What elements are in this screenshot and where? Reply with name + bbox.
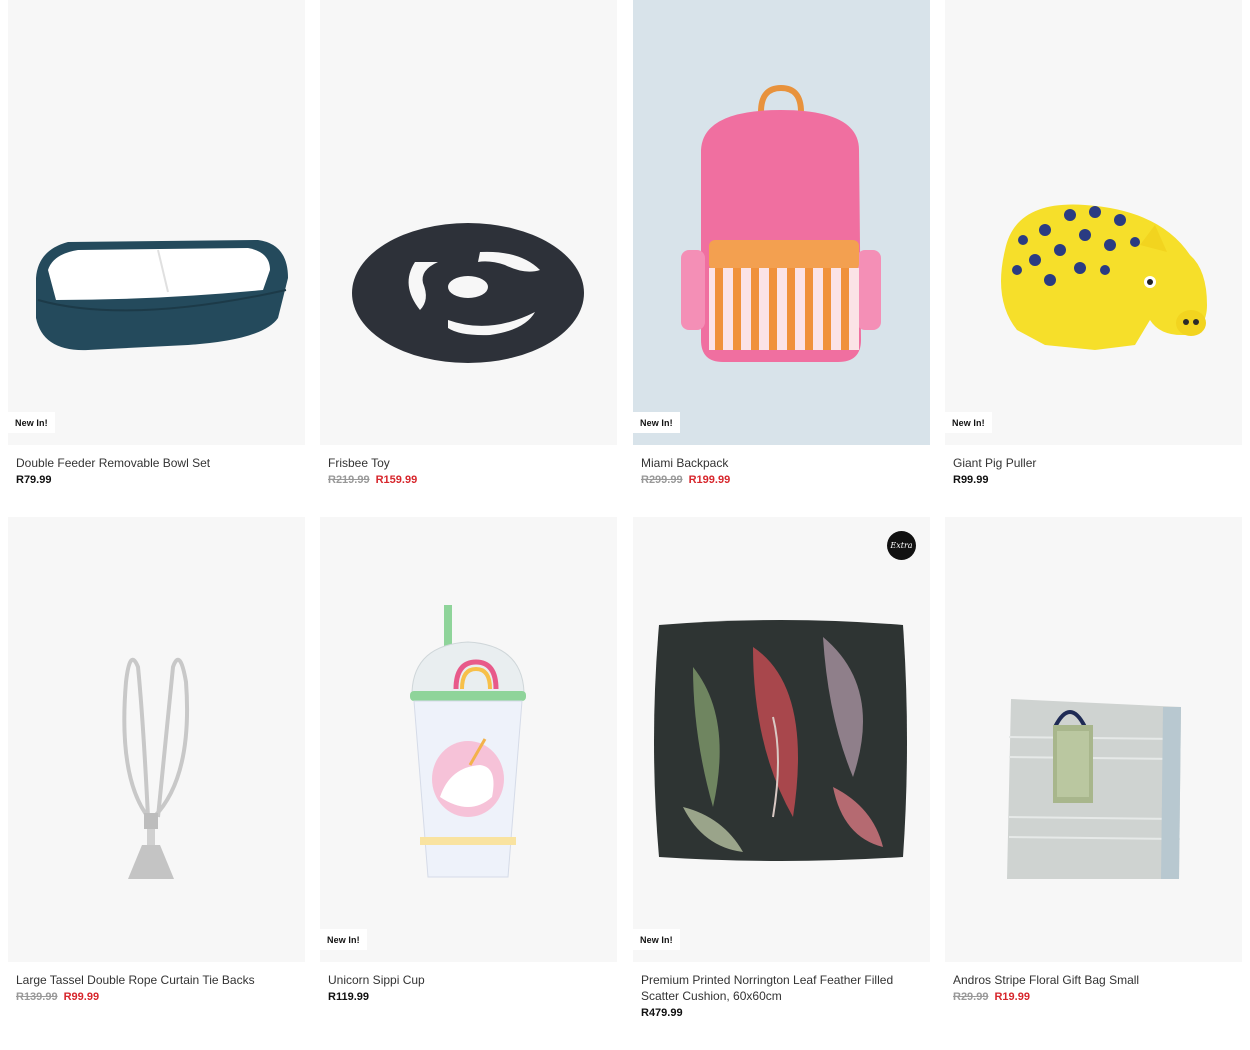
backpack-image (681, 84, 881, 362)
product-price: R139.99 R99.99 (16, 991, 297, 1003)
product-image[interactable]: New In! (945, 0, 1242, 445)
product-card[interactable]: Large Tassel Double Rope Curtain Tie Bac… (8, 517, 305, 1003)
price-sale: R159.99 (375, 474, 418, 486)
unicorn-cup-image (410, 605, 526, 878)
product-image[interactable] (8, 517, 305, 962)
product-price: R79.99 (16, 474, 297, 486)
product-price: R119.99 (328, 991, 609, 1003)
product-card[interactable]: Andros Stripe Floral Gift Bag Small R29.… (945, 517, 1242, 1003)
price-sale: R199.99 (688, 474, 731, 486)
product-title[interactable]: Double Feeder Removable Bowl Set (16, 455, 297, 471)
new-in-badge: New In! (320, 929, 367, 950)
new-in-badge: New In! (945, 412, 992, 433)
product-price: R29.99 R19.99 (953, 991, 1234, 1003)
price-regular: R79.99 (16, 474, 52, 486)
price-old: R299.99 (641, 474, 683, 486)
product-card[interactable]: New In! Giant Pig Puller R99.99 (945, 0, 1242, 486)
product-title[interactable]: Andros Stripe Floral Gift Bag Small (953, 972, 1234, 988)
price-old: R139.99 (16, 991, 58, 1003)
product-title[interactable]: Miami Backpack (641, 455, 922, 471)
price-regular: R479.99 (641, 1007, 683, 1019)
product-title[interactable]: Premium Printed Norrington Leaf Feather … (641, 972, 922, 1004)
pig-toy-image (1001, 204, 1207, 350)
new-in-badge: New In! (633, 412, 680, 433)
bowl-set-image (36, 240, 288, 351)
product-image[interactable]: New In! (633, 0, 930, 445)
product-price: R299.99 R199.99 (641, 474, 922, 486)
price-sale: R99.99 (63, 991, 100, 1003)
price-regular: R119.99 (328, 991, 369, 1003)
curtain-tassel-image (122, 657, 190, 879)
price-sale: R19.99 (994, 991, 1030, 1003)
price-old: R219.99 (328, 474, 370, 486)
product-price: R219.99 R159.99 (328, 474, 609, 486)
frisbee-image (352, 223, 584, 363)
leaf-cushion-image (654, 620, 907, 861)
product-card[interactable]: New In! Double Feeder Removable Bowl Set… (8, 0, 305, 486)
product-image[interactable] (945, 517, 1242, 962)
new-in-badge: New In! (633, 929, 680, 950)
product-price: R99.99 (953, 474, 1234, 486)
gift-bag-image (1007, 699, 1181, 879)
product-image[interactable]: New In! (8, 0, 305, 445)
product-title[interactable]: Unicorn Sippi Cup (328, 972, 609, 988)
product-card[interactable]: New In! Miami Backpack R299.99 R199.99 (633, 0, 930, 486)
product-price: R479.99 (641, 1007, 922, 1019)
product-title[interactable]: Giant Pig Puller (953, 455, 1234, 471)
product-title[interactable]: Frisbee Toy (328, 455, 609, 471)
product-card[interactable]: Extra New In! Premium Printed Norrington… (633, 517, 930, 1019)
price-old: R29.99 (953, 991, 989, 1003)
price-regular: R99.99 (953, 474, 989, 486)
extra-badge: Extra (887, 531, 916, 560)
new-in-badge: New In! (8, 412, 55, 433)
product-image[interactable] (320, 0, 617, 445)
product-card[interactable]: Frisbee Toy R219.99 R159.99 (320, 0, 617, 486)
product-title[interactable]: Large Tassel Double Rope Curtain Tie Bac… (16, 972, 297, 988)
product-card[interactable]: New In! Unicorn Sippi Cup R119.99 (320, 517, 617, 1003)
product-image[interactable]: New In! (320, 517, 617, 962)
product-image[interactable]: Extra New In! (633, 517, 930, 962)
